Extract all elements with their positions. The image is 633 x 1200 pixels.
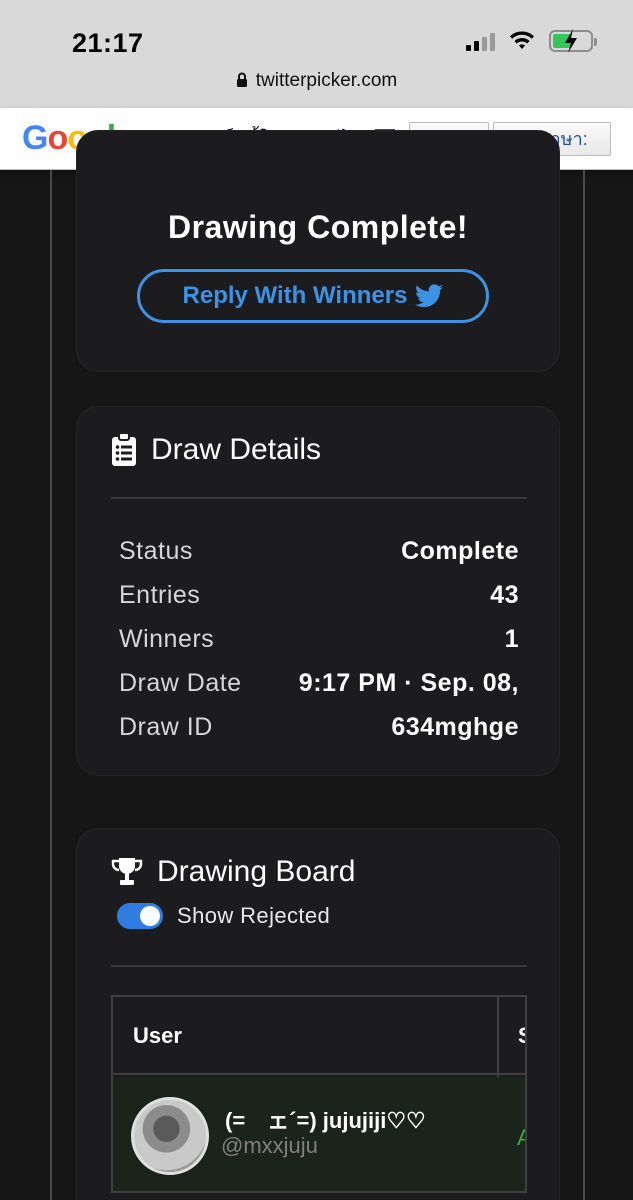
twitter-bird-icon bbox=[415, 284, 444, 308]
column-header-user[interactable]: User bbox=[133, 1023, 182, 1049]
drawing-complete-title: Drawing Complete! bbox=[167, 209, 469, 245]
reply-with-winners-button[interactable]: Reply With Winners bbox=[137, 269, 489, 323]
user-display-name: (= ェ´=) jujujiji♡♡ bbox=[225, 1108, 426, 1133]
battery-icon bbox=[549, 29, 597, 53]
detail-value: 634mghge bbox=[391, 712, 519, 741]
divider bbox=[111, 497, 527, 499]
draw-details-title: Draw Details bbox=[151, 433, 322, 466]
detail-row-draw-id: Draw ID 634mghge bbox=[119, 705, 519, 749]
status-icons bbox=[466, 29, 597, 53]
user-handle[interactable]: @mxxjuju bbox=[221, 1133, 318, 1159]
clipboard-list-icon bbox=[112, 433, 136, 466]
drawing-board-card: Drawing Board Show Rejected User S (= ェ´… bbox=[76, 828, 560, 1200]
detail-value: 43 bbox=[490, 580, 519, 609]
draw-details-heading: Draw Details bbox=[111, 433, 321, 467]
show-rejected-toggle[interactable] bbox=[117, 903, 163, 929]
page-container: Drawing Complete! Reply With Winners Dra… bbox=[50, 130, 585, 1200]
detail-label: Status bbox=[119, 536, 193, 565]
detail-value: 1 bbox=[504, 624, 519, 653]
detail-value: Complete bbox=[401, 536, 519, 565]
ios-status-bar: 21:17 twitterpicker.com bbox=[0, 0, 633, 108]
detail-row-winners: Winners 1 bbox=[119, 617, 519, 661]
cellular-signal-icon bbox=[466, 31, 495, 51]
detail-row-draw-date: Draw Date 9:17 PM · Sep. 08, bbox=[119, 661, 519, 705]
reply-button-label: Reply With Winners bbox=[182, 282, 408, 309]
detail-label: Draw Date bbox=[119, 668, 242, 697]
detail-value: 9:17 PM · Sep. 08, bbox=[298, 668, 519, 697]
winners-table: User S (= ェ´=) jujujiji♡♡ @mxxjuju A bbox=[111, 995, 527, 1193]
drawing-board-title: Drawing Board bbox=[157, 855, 356, 888]
wifi-icon bbox=[510, 31, 534, 49]
divider bbox=[111, 965, 527, 967]
draw-details-card: Draw Details Status Complete Entries 43 Wi… bbox=[76, 406, 560, 776]
detail-label: Winners bbox=[119, 624, 215, 653]
table-row[interactable]: (= ェ´=) jujujiji♡♡ @mxxjuju A bbox=[113, 1077, 525, 1191]
detail-row-entries: Entries 43 bbox=[119, 573, 519, 617]
show-rejected-row: Show Rejected bbox=[117, 903, 330, 929]
lock-icon bbox=[236, 72, 247, 87]
trophy-icon bbox=[111, 858, 143, 885]
detail-label: Entries bbox=[119, 580, 201, 609]
column-header-status[interactable]: S bbox=[518, 1023, 525, 1049]
address-bar[interactable]: twitterpicker.com bbox=[0, 70, 633, 92]
drawing-complete-card: Drawing Complete! Reply With Winners bbox=[76, 130, 560, 372]
detail-label: Draw ID bbox=[119, 712, 213, 741]
url-text: twitterpicker.com bbox=[255, 70, 398, 91]
show-rejected-label: Show Rejected bbox=[177, 903, 331, 928]
row-status: A bbox=[517, 1125, 525, 1151]
details-list: Status Complete Entries 43 Winners 1 Draw D… bbox=[119, 529, 519, 749]
table-header: User S bbox=[113, 997, 525, 1075]
clock: 21:17 bbox=[72, 28, 144, 58]
drawing-board-heading: Drawing Board bbox=[111, 855, 355, 889]
detail-row-status: Status Complete bbox=[119, 529, 519, 573]
avatar bbox=[131, 1097, 209, 1175]
